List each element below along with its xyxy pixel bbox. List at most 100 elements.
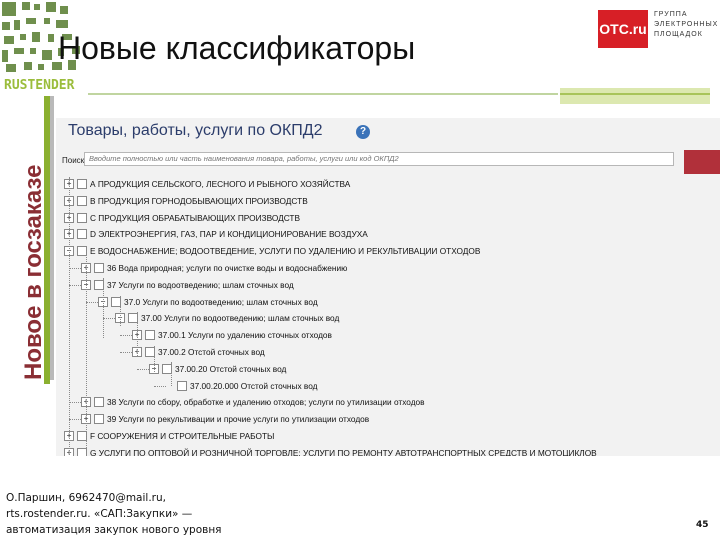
otc-logo-label: OTC.ru [599,21,647,37]
tree-row[interactable]: + А ПРОДУКЦИЯ СЕЛЬСКОГО, ЛЕСНОГО И РЫБНОГ… [64,177,350,191]
tree-guide-line [69,177,70,456]
logo-pattern-cell [14,48,24,54]
tree-checkbox[interactable] [77,179,87,189]
tree-item-label: 37.00.20 Отстой сточных вод [175,363,287,374]
search-label: Поиск: [62,156,87,165]
tree-row[interactable]: +37.00.2 Отстой сточных вод [132,345,265,359]
tree-checkbox[interactable] [77,195,87,206]
tree-item-label: F СООРУЖЕНИЯ И СТРОИТЕЛЬНЫЕ РАБОТЫ [90,431,275,441]
otc-logo-mark: OTC.ru [598,10,648,48]
tree-row[interactable]: −37.00 Услуги по водоотведению; шлам сто… [115,311,339,325]
tree-checkbox[interactable] [145,330,155,341]
tree-item-label: D ЭЛЕКТРОЭНЕРГИЯ, ГАЗ, ПАР И КОНДИЦИОНИР… [90,229,368,240]
tree-guide-line [103,278,104,338]
tree-checkbox[interactable] [77,212,87,223]
footer-credits: О.Паршин, 6962470@mail.ru, rts.rostender… [6,490,222,538]
tree-row[interactable]: 37.00.20.000 Отстой сточных вод [166,379,318,393]
tree-connector [69,402,81,404]
tree-guide-line [171,362,172,386]
tree-item-label: А ПРОДУКЦИЯ СЕЛЬСКОГО, ЛЕСНОГО И РЫБНОГО… [90,179,351,189]
tree-row[interactable]: −37.0 Услуги по водоотведению; шлам сточ… [98,295,318,309]
tree-item-label: 37.00.20.000 Отстой сточных вод [190,380,318,391]
tree-row[interactable]: + В ПРОДУКЦИЯ ГОРНОДОБЫВАЮЩИХ ПРОИЗВОДСТВ [64,194,308,208]
tree-row[interactable]: −37 Услуги по водоотведению; шлам сточны… [81,278,294,292]
tree-connector [120,352,132,353]
logo-pattern-cell [20,34,26,40]
tree-item-label: 37.00 Услуги по водоотведению; шлам сточ… [141,313,340,324]
search-input[interactable] [84,152,674,166]
tree-connector [69,419,81,421]
tree-guide-line [120,296,121,326]
tree-item-label: В ПРОДУКЦИЯ ГОРНОДОБЫВАЮЩИХ ПРОИЗВОДСТВ [90,195,308,206]
logo-pattern-cell [2,50,8,62]
otc-word: ПЛОЩАДОК [654,31,703,38]
logo-pattern-cell [24,62,32,70]
logo-pattern-cell [2,2,16,16]
tree-item-label: 39 Услуги по рекультивации и прочие услу… [107,414,370,425]
panel-title: Товары, работы, услуги по ОКПД2 [68,122,323,139]
tree-row[interactable]: +38 Услуги по сбору, обработке и удалени… [81,395,425,409]
tree-row[interactable]: + D ЭЛЕКТРОЭНЕРГИЯ, ГАЗ, ПАР И КОНДИЦИОНИ… [64,227,368,241]
logo-pattern-cell [30,48,36,54]
tree-item-label: 37.00.2 Отстой сточных вод [158,347,265,357]
tree-checkbox[interactable] [94,263,104,273]
green-accent-block [560,88,710,104]
logo-pattern-cell [56,20,68,28]
footer-line: rts.rostender.ru. «САП:Закупки» — [6,508,193,520]
tree-guide-line [86,248,87,448]
logo-pattern-cell [60,6,68,14]
tree-row[interactable]: +37.00.1 Услуги по удалению сточных отхо… [132,328,332,342]
logo-pattern-cell [42,50,52,60]
page-number: 45 [696,520,709,530]
otc-logo-words: ГРУППА ЭЛЕКТРОННЫХ ПЛОЩАДОК [654,10,719,40]
tree-row[interactable]: − Е ВОДОСНАБЖЕНИЕ; ВОДООТВЕДЕНИЕ, УСЛУГИ … [64,244,480,258]
tree-item-label: 37 Услуги по водоотведению; шлам сточных… [107,279,294,290]
leaf-connector-icon [166,382,174,390]
tree-connector [120,335,132,337]
footer-line: О.Паршин, 6962470@mail.ru, [6,492,166,504]
logo-pattern-cell [38,64,44,70]
tree-connector [86,301,98,303]
logo-pattern-cell [2,22,10,30]
tree-checkbox[interactable] [77,447,87,456]
tree-guide-line [154,346,155,374]
logo-pattern-cell [46,2,56,12]
tree-row[interactable]: −37.00.20 Отстой сточных вод [149,362,286,376]
tree-checkbox[interactable] [94,414,104,425]
logo-pattern-cell [14,20,20,30]
tree-item-label: 37.00.1 Услуги по удалению сточных отход… [158,330,332,341]
tree-item-label: 37.0 Услуги по водоотведению; шлам сточн… [124,296,318,307]
otc-word: ЭЛЕКТРОННЫХ [654,21,719,28]
left-gray-bar [50,96,54,380]
tree-row[interactable]: + G УСЛУГИ ПО ОПТОВОЙ И РОЗНИЧНОЙ ТОРГОВЛ… [64,446,597,456]
tree-checkbox[interactable] [94,397,104,408]
tree-guide-line [137,312,138,356]
otc-word: ГРУППА [654,11,688,18]
logo-pattern-cell [48,34,54,42]
logo-pattern-cell [32,32,40,42]
title-underline [88,93,558,95]
logo-pattern-cell [22,2,30,10]
okpd2-classifier-panel: Товары, работы, услуги по ОКПД2 ? Поиск:… [56,118,720,456]
tree-row[interactable]: + С ПРОДУКЦИЯ ОБРАБАТЫВАЮЩИХ ПРОИЗВОДСТВ [64,211,300,225]
tree-item-label: G УСЛУГИ ПО ОПТОВОЙ И РОЗНИЧНОЙ ТОРГОВЛЕ… [90,447,597,456]
tree-row[interactable]: +39 Услуги по рекультивации и прочие усл… [81,412,369,426]
tree-connector [69,284,81,286]
help-icon[interactable]: ? [356,125,370,139]
tree-row[interactable]: +36 Вода природная; услуги по очистке во… [81,261,347,275]
tree-checkbox[interactable] [177,380,187,391]
tree-connector [137,368,149,370]
green-accent-line [560,93,710,95]
footer-line: автоматизация закупок нового уровня [6,524,222,536]
scroll-tab[interactable] [684,150,720,174]
tree-item-label: 36 Вода природная; услуги по очистке вод… [107,263,348,273]
tree-row[interactable]: + F СООРУЖЕНИЯ И СТРОИТЕЛЬНЫЕ РАБОТЫ [64,429,274,443]
logo-pattern-cell [6,64,16,72]
tree-checkbox[interactable] [77,229,87,240]
logo-pattern-cell [44,18,50,24]
tree-item-label: С ПРОДУКЦИЯ ОБРАБАТЫВАЮЩИХ ПРОИЗВОДСТВ [90,212,301,223]
slide-title: Новые классификаторы [58,30,416,66]
tree-connector [103,318,115,320]
logo-pattern-cell [4,36,14,44]
vertical-caption: Новое в госзаказе [20,164,47,380]
